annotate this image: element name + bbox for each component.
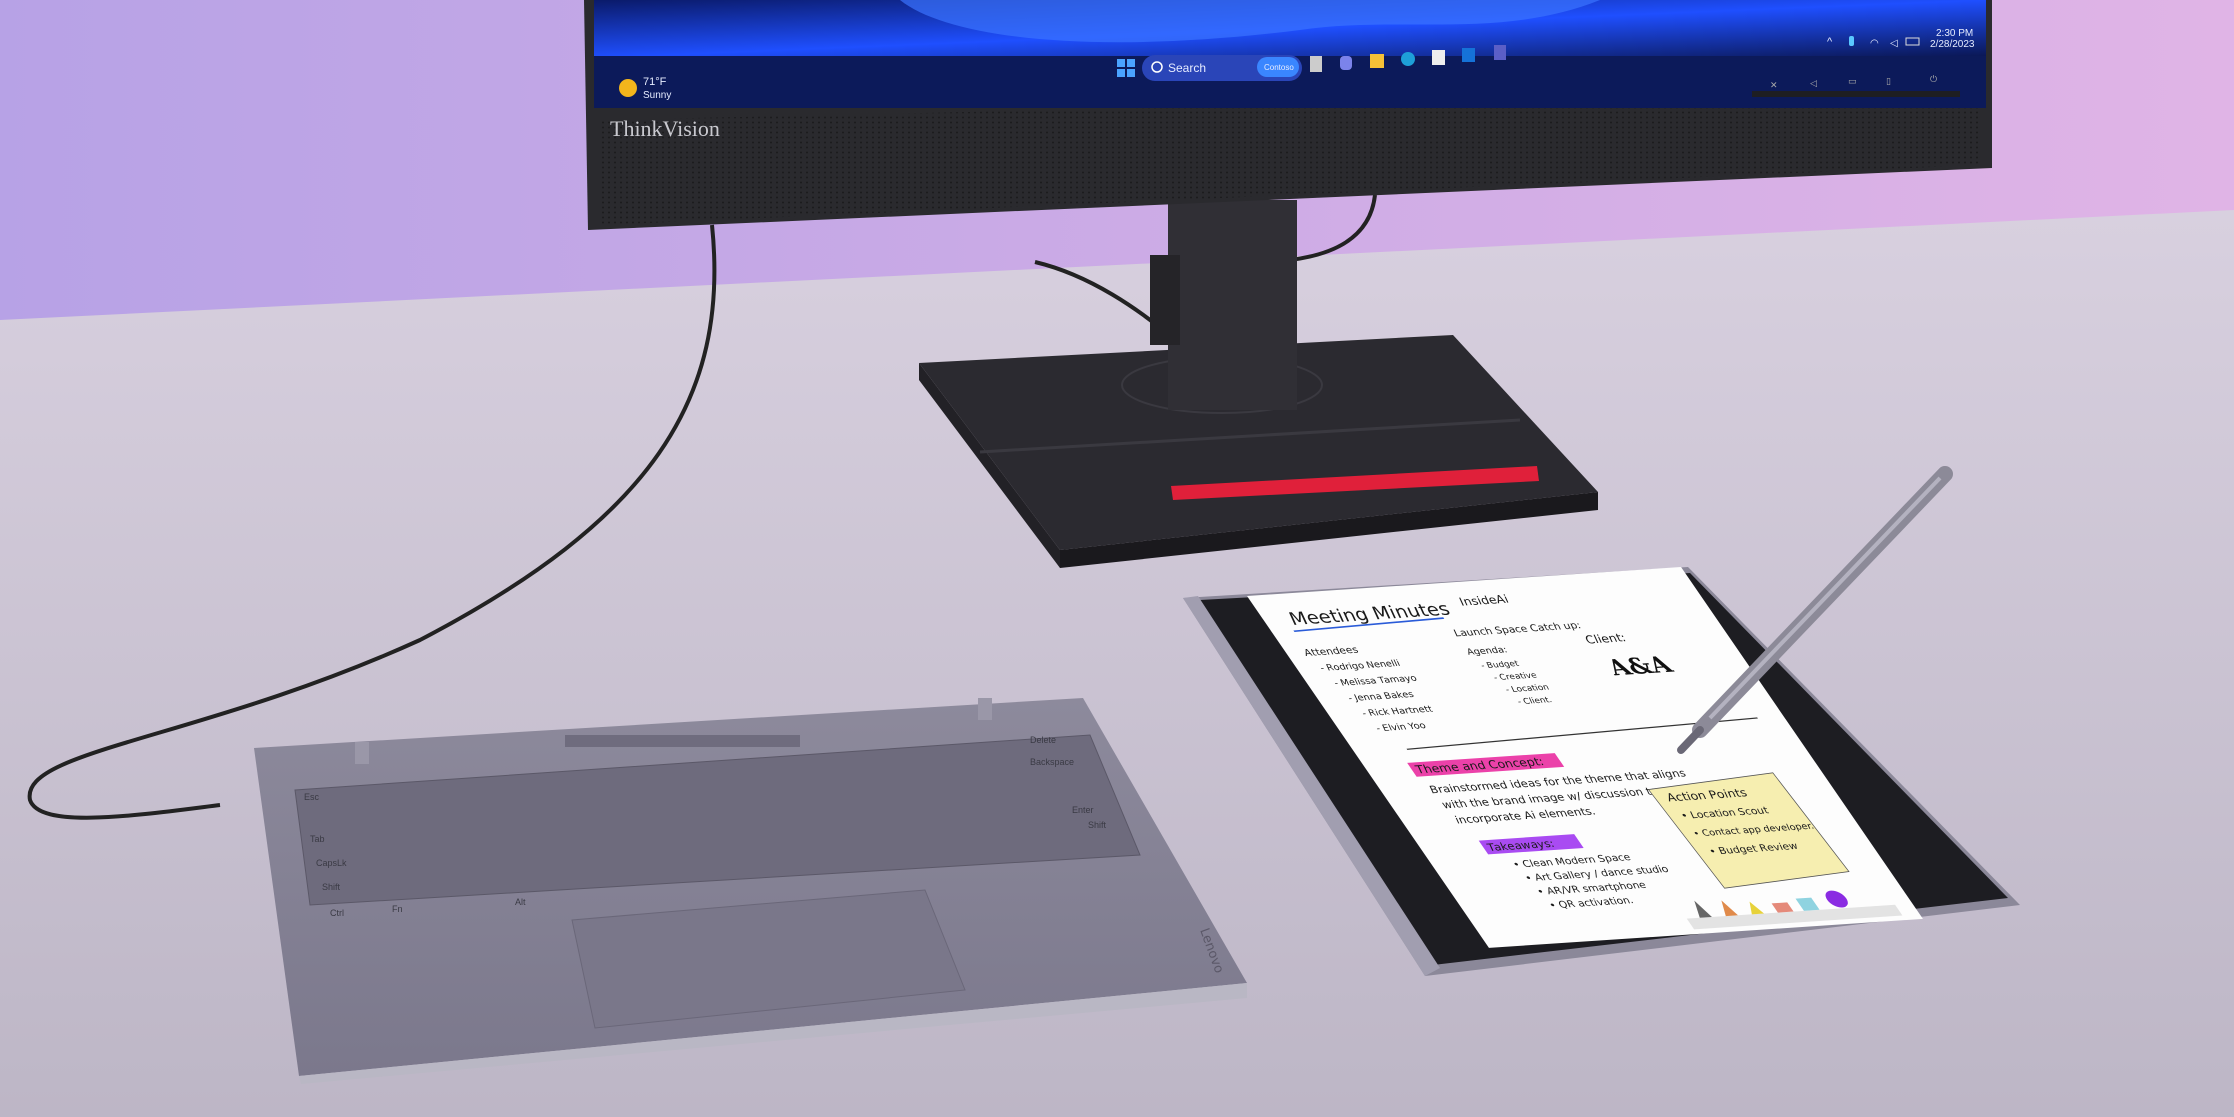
key-ctrl[interactable]: Ctrl [330,908,344,918]
store-icon[interactable] [1432,50,1445,65]
search-badge-label: Contoso [1264,63,1294,72]
svg-text:▭: ▭ [1848,77,1857,87]
weather-condition: Sunny [643,90,671,101]
search-placeholder: Search [1168,61,1206,75]
wifi-icon[interactable]: ◠ [1870,38,1879,49]
key-shift-right[interactable]: Shift [1088,820,1107,830]
clock-time[interactable]: 2:30 PM [1936,28,1973,39]
clock-date[interactable]: 2/28/2023 [1930,39,1975,50]
edge-icon[interactable] [1401,52,1415,66]
key-enter[interactable]: Enter [1072,805,1094,815]
product-scene: 71°F Sunny Search Contoso ^ ◠ ◁ 2:30 PM … [0,0,2234,1117]
key-alt[interactable]: Alt [515,897,526,907]
key-backspace[interactable]: Backspace [1030,757,1074,767]
task-view-icon[interactable] [1310,56,1322,72]
svg-text:◁: ◁ [1810,79,1817,89]
svg-text:⏻: ⏻ [1930,74,1937,85]
key-capslock[interactable]: CapsLk [316,858,347,868]
volume-icon[interactable]: ◁ [1890,38,1898,49]
outlook-icon[interactable] [1462,48,1475,62]
sun-icon [619,79,637,97]
teams-chat-icon[interactable] [1340,56,1352,70]
client-label: Client: [1581,631,1629,646]
thinkvision-logo: ThinkVision [610,116,720,141]
microphone-icon[interactable] [1849,36,1854,46]
key-tab[interactable]: Tab [310,834,325,844]
key-fn[interactable]: Fn [392,904,403,914]
file-explorer-icon[interactable] [1370,54,1384,68]
key-esc[interactable]: Esc [304,792,320,802]
svg-text:✕: ✕ [1770,81,1778,91]
weather-temp: 71°F [643,76,667,88]
chevron-up-icon[interactable]: ^ [1827,36,1833,48]
key-shift[interactable]: Shift [322,882,341,892]
key-delete[interactable]: Delete [1030,735,1056,745]
teams-icon[interactable] [1494,45,1506,60]
svg-text:▯: ▯ [1886,77,1891,87]
